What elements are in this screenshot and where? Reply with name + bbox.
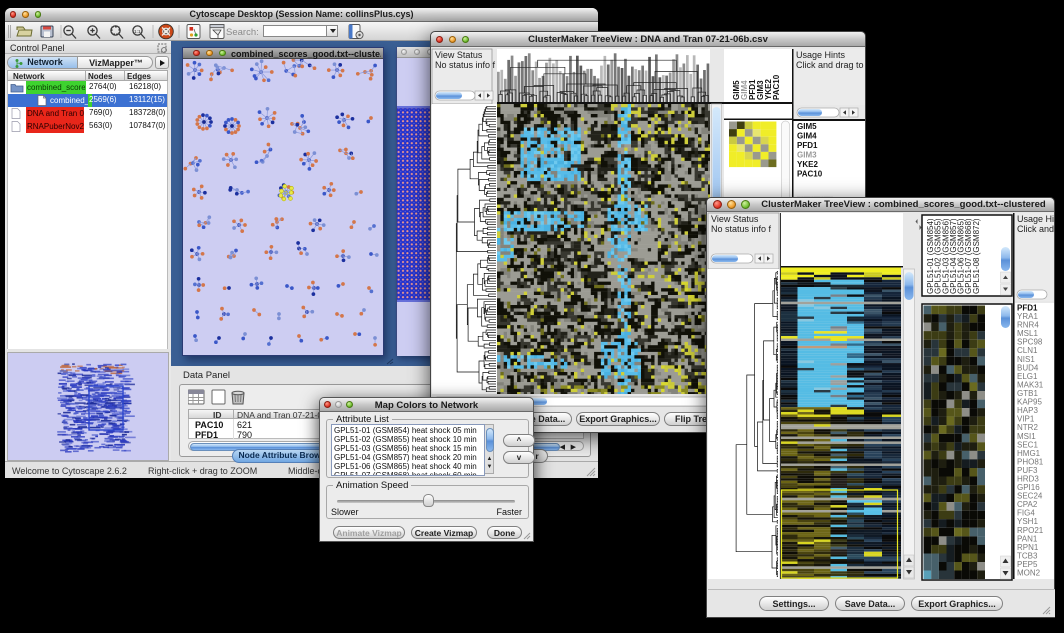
svg-text:YKE2: YKE2	[797, 160, 818, 169]
svg-text:GIM4: GIM4	[797, 132, 817, 141]
svg-text:GIM5: GIM5	[797, 122, 817, 131]
svg-text:PAC10: PAC10	[797, 170, 823, 179]
svg-text:Usage Hints: Usage Hints	[796, 50, 846, 60]
svg-text:View Status: View Status	[711, 214, 759, 224]
svg-text:PAC10: PAC10	[772, 74, 781, 100]
svg-text:No status info f: No status info f	[435, 60, 496, 70]
svg-text:View Status: View Status	[435, 50, 483, 60]
svg-text:PFD1: PFD1	[797, 141, 818, 150]
svg-text:GIM3: GIM3	[797, 151, 817, 160]
svg-text:1:1: 1:1	[134, 29, 141, 35]
svg-text:Search:: Search:	[226, 27, 259, 38]
svg-text:No status info f: No status info f	[711, 224, 772, 234]
svg-text:Click and drag to: Click and drag to	[796, 60, 864, 70]
